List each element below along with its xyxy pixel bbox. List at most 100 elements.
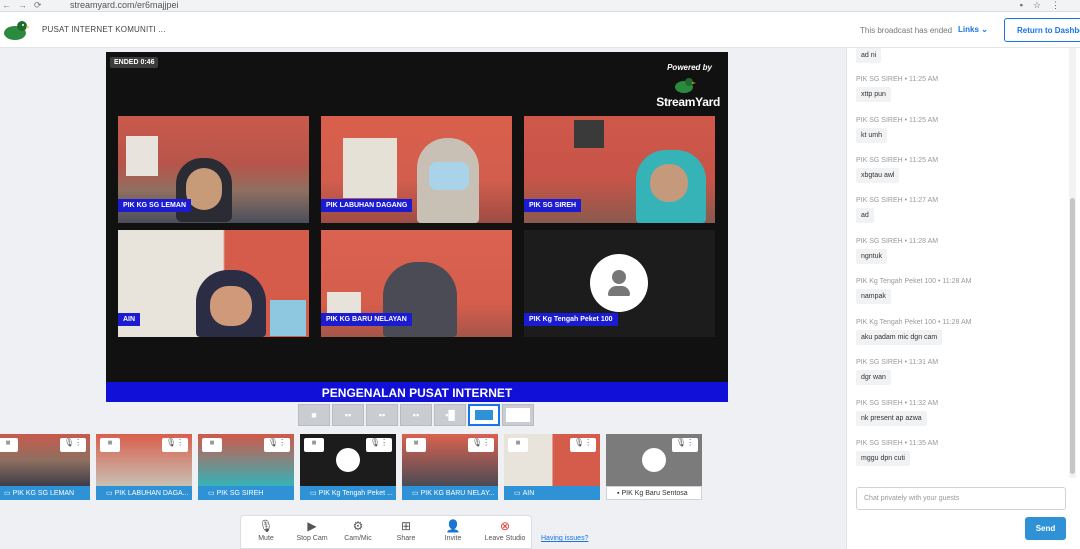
layout-leader-button[interactable]: ▪▪ (400, 404, 432, 426)
chat-message: PIK Kg Tengah Peket 100 • 11:28 AM nampak (856, 278, 971, 304)
grid-icon: ▪▪ (344, 410, 352, 420)
mic-menu-icon[interactable]: 🎙⋮ (264, 438, 290, 452)
grid-icon: ▪▪ (412, 410, 420, 420)
participant-label: ▭ PIK KG BARU NELAY... (402, 486, 498, 500)
person-icon: ▪ (617, 490, 620, 497)
chat-message: PIK SG SIREH • 11:28 AM ngntuk (856, 238, 938, 264)
backstage-participant[interactable]: ■ 🎙⋮ ▭ PIK KG SG LEMAN (0, 434, 90, 500)
screen-icon: ▭ (310, 490, 317, 497)
participant-name-tag: PIK SG SIREH (524, 199, 582, 212)
mic-menu-icon[interactable]: 🎙⋮ (570, 438, 596, 452)
add-user-icon: 👤 (445, 519, 461, 533)
leave-studio-button[interactable]: ⊗ Leave Studio (480, 519, 530, 542)
layout-blank-button[interactable] (502, 404, 534, 426)
having-issues-link[interactable]: Having issues? (541, 535, 588, 542)
person-icon: ■ (508, 438, 528, 452)
screen-icon: ▭ (4, 490, 11, 497)
layout-switcher: ■ ▪▪ ▪▪ ▪▪ ▪█ (298, 404, 534, 428)
participant-name-tag: PIK KG SG LEMAN (118, 199, 192, 212)
app-header: PUSAT INTERNET KOMUNITI ... This broadca… (0, 12, 1080, 48)
chat-input[interactable]: Chat privately with your guests (856, 487, 1066, 510)
backstage-participant[interactable]: ■ 🎙⋮ ▭ PIK LABUHAN DAGA... (96, 434, 192, 500)
chat-message: ad ni (856, 48, 882, 63)
invite-button[interactable]: 👤 Invite (430, 519, 476, 542)
return-to-dashboard-button[interactable]: Return to Dashboard (1004, 18, 1080, 42)
stage-video-tile[interactable]: PIK SG SIREH (524, 116, 715, 223)
streamyard-logo-icon (4, 21, 30, 40)
screen-icon: ▭ (208, 490, 215, 497)
studio-title: PUSAT INTERNET KOMUNITI ... (42, 25, 166, 34)
backstage-participant[interactable]: ■ 🎙⋮ ▭ PIK KG BARU NELAY... (402, 434, 498, 500)
chat-scrollbar[interactable] (1069, 48, 1076, 478)
chat-messages[interactable]: ad ni PIK SG SIREH • 11:25 AM xttp pun PI… (847, 48, 1071, 478)
person-icon: ■ (406, 438, 426, 452)
mic-menu-icon[interactable]: 🎙⋮ (60, 438, 86, 452)
avatar-placeholder-icon (336, 448, 360, 472)
participant-name-tag: PIK Kg Tengah Peket 100 (524, 313, 618, 326)
browser-toolbar: ←→⟳ streamyard.com/er6majjpei ▪☆⋮ (0, 0, 1080, 12)
mic-menu-icon[interactable]: 🎙⋮ (468, 438, 494, 452)
layout-group-button[interactable]: ▪▪ (366, 404, 398, 426)
broadcast-status: This broadcast has ended (860, 26, 953, 35)
participant-label: ▭ PIK SG SIREH (198, 486, 294, 500)
address-bar[interactable]: streamyard.com/er6majjpei (70, 0, 179, 10)
share-button[interactable]: ⊞ Share (383, 519, 429, 542)
person-icon: ■ (311, 410, 317, 420)
chat-message: PIK SG SIREH • 11:27 AM ad (856, 197, 938, 223)
layout-thin-button[interactable]: ▪▪ (332, 404, 364, 426)
backstage-participant[interactable]: ■ 🎙⋮ ▭ AIN (504, 434, 600, 500)
microphone-icon: 🎙 (258, 519, 274, 533)
grid-icon: ▪█ (445, 410, 455, 420)
participant-name-tag: PIK KG BARU NELAYAN (321, 313, 412, 326)
mic-menu-icon[interactable]: 🎙⋮ (672, 438, 698, 452)
send-button[interactable]: Send (1025, 517, 1066, 540)
participant-name-tag: AIN (118, 313, 141, 326)
cam-mic-settings-button[interactable]: ⚙ Cam/Mic (335, 519, 381, 542)
chat-message: PIK SG SIREH • 11:25 AM kt umh (856, 117, 938, 143)
person-icon: ■ (202, 438, 222, 452)
participant-name-tag: PIK LABUHAN DAGANG (321, 199, 413, 212)
browser-nav-icons[interactable]: ←→⟳ (2, 0, 49, 11)
participant-label: ▭ PIK LABUHAN DAGA... (96, 486, 192, 500)
avatar-placeholder-icon (642, 448, 666, 472)
close-circle-icon: ⊗ (499, 519, 511, 533)
chat-message: PIK SG SIREH • 11:25 AM xttp pun (856, 76, 938, 102)
backstage-participant[interactable]: 🎙⋮ ▪ PIK Kg Baru Sentosa (606, 434, 702, 500)
chat-message: PIK SG SIREH • 11:32 AM nk present ap azw… (856, 400, 938, 426)
scrollbar-thumb[interactable] (1070, 198, 1075, 474)
backstage-participant[interactable]: ■ 🎙⋮ ▭ PIK Kg Tengah Peket ... (300, 434, 396, 500)
mic-menu-icon[interactable]: 🎙⋮ (366, 438, 392, 452)
stop-cam-button[interactable]: ▶ Stop Cam (289, 519, 335, 542)
layout-screen-button[interactable] (468, 404, 500, 426)
chat-message: PIK SG SIREH • 11:25 AM xbgtau awl (856, 157, 938, 183)
layout-sidebar-button[interactable]: ▪█ (434, 404, 466, 426)
ended-timer-badge: ENDED 0:46 (110, 57, 159, 68)
stage-video-tile[interactable]: PIK Kg Tengah Peket 100 (524, 230, 715, 337)
chat-message: PIK Kg Tengah Peket 100 • 11:28 AM aku pa… (856, 319, 971, 345)
stage-video-tile[interactable]: PIK KG SG LEMAN (118, 116, 309, 223)
screen-layout-icon (475, 410, 493, 420)
studio-controls: 🎙 Mute ▶ Stop Cam ⚙ Cam/Mic ⊞ Share 👤 Invite … (240, 515, 532, 549)
powered-by-text: Powered by (667, 63, 712, 72)
backstage-participant[interactable]: ■ 🎙⋮ ▭ PIK SG SIREH (198, 434, 294, 500)
gear-icon: ⚙ (352, 519, 364, 533)
stage-video-tile[interactable]: AIN (118, 230, 309, 337)
broadcast-stage: ENDED 0:46 Powered by StreamYard PIK KG … (106, 52, 728, 402)
screen-icon: ▭ (412, 490, 419, 497)
person-icon: ■ (0, 438, 18, 452)
links-dropdown[interactable]: Links ⌄ (958, 25, 988, 34)
participant-label: ▪ PIK Kg Baru Sentosa (606, 486, 702, 500)
stage-banner: PENGENALAN PUSAT INTERNET (106, 382, 728, 402)
mute-button[interactable]: 🎙 Mute (243, 519, 289, 542)
layout-solo-button[interactable]: ■ (298, 404, 330, 426)
stage-video-tile[interactable]: PIK KG BARU NELAYAN (321, 230, 512, 337)
streamyard-brand-icon (675, 78, 696, 93)
chat-panel: ad ni PIK SG SIREH • 11:25 AM xttp pun PI… (846, 48, 1080, 549)
chevron-down-icon: ⌄ (981, 25, 988, 34)
person-icon: ■ (304, 438, 324, 452)
mic-menu-icon[interactable]: 🎙⋮ (162, 438, 188, 452)
stage-video-tile[interactable]: PIK LABUHAN DAGANG (321, 116, 512, 223)
person-icon: ■ (100, 438, 120, 452)
browser-extension-icons[interactable]: ▪☆⋮ (1020, 0, 1070, 11)
camera-icon: ▶ (307, 519, 317, 533)
